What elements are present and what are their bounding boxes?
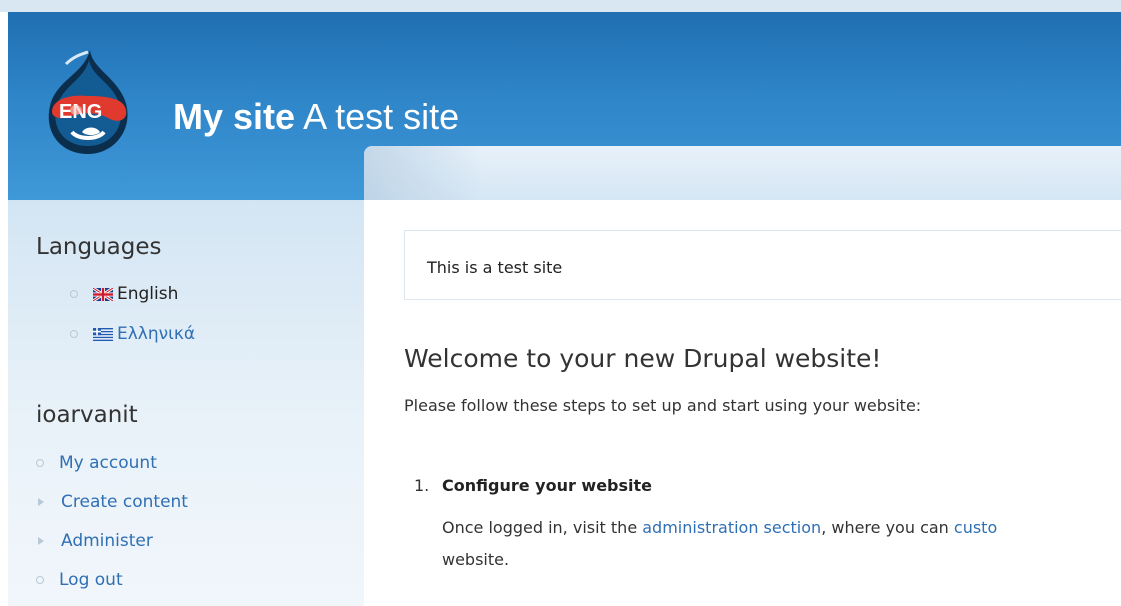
bullet-icon bbox=[36, 576, 44, 584]
menu-item-log-out[interactable]: Log out bbox=[36, 570, 123, 590]
bullet-icon bbox=[70, 290, 78, 298]
language-item-english[interactable]: English bbox=[70, 284, 178, 304]
tab-shade bbox=[364, 146, 484, 200]
menu-item-administer[interactable]: Administer bbox=[36, 531, 153, 551]
language-label: English bbox=[117, 284, 179, 304]
drupal-logo-icon[interactable]: ENG bbox=[42, 46, 134, 158]
customize-link[interactable]: custo bbox=[954, 518, 997, 537]
collapsed-arrow-icon bbox=[38, 498, 44, 506]
step-text: , where you can bbox=[821, 518, 954, 537]
bullet-icon bbox=[36, 459, 44, 467]
collapsed-arrow-icon bbox=[38, 537, 44, 545]
menu-item-label: My account bbox=[59, 453, 157, 473]
user-block-title: ioarvanit bbox=[36, 402, 138, 428]
site-slogan: A test site bbox=[303, 96, 460, 137]
mission-box: This is a test site bbox=[404, 230, 1121, 300]
menu-item-label: Administer bbox=[61, 531, 153, 551]
step-text: Once logged in, visit the bbox=[442, 518, 643, 537]
bullet-icon bbox=[70, 330, 78, 338]
site-title[interactable]: My site A test site bbox=[173, 96, 459, 138]
menu-item-create-content[interactable]: Create content bbox=[36, 492, 188, 512]
mission-text: This is a test site bbox=[427, 258, 563, 277]
top-strip bbox=[0, 0, 1121, 12]
administration-section-link[interactable]: administration section bbox=[642, 518, 821, 537]
step-description: Once logged in, visit the administration… bbox=[442, 518, 997, 537]
step-description-continued: website. bbox=[442, 550, 510, 569]
step-title: Configure your website bbox=[442, 476, 653, 495]
page-title: Welcome to your new Drupal website! bbox=[404, 344, 882, 373]
left-sidebar: Languages English Ελληνικά ioarvanit My … bbox=[8, 200, 364, 606]
language-item-greek[interactable]: Ελληνικά bbox=[70, 324, 195, 344]
language-label: Ελληνικά bbox=[117, 324, 196, 344]
welcome-subtitle: Please follow these steps to set up and … bbox=[404, 396, 922, 415]
greek-flag-icon bbox=[93, 327, 113, 341]
site-name[interactable]: My site bbox=[173, 96, 295, 137]
languages-block-title: Languages bbox=[36, 234, 162, 260]
menu-item-my-account[interactable]: My account bbox=[36, 453, 157, 473]
content-tab-strip bbox=[364, 146, 1121, 200]
menu-item-label: Create content bbox=[61, 492, 188, 512]
uk-flag-icon bbox=[93, 287, 113, 301]
step-number: 1. bbox=[414, 476, 430, 495]
menu-item-label: Log out bbox=[59, 570, 123, 590]
